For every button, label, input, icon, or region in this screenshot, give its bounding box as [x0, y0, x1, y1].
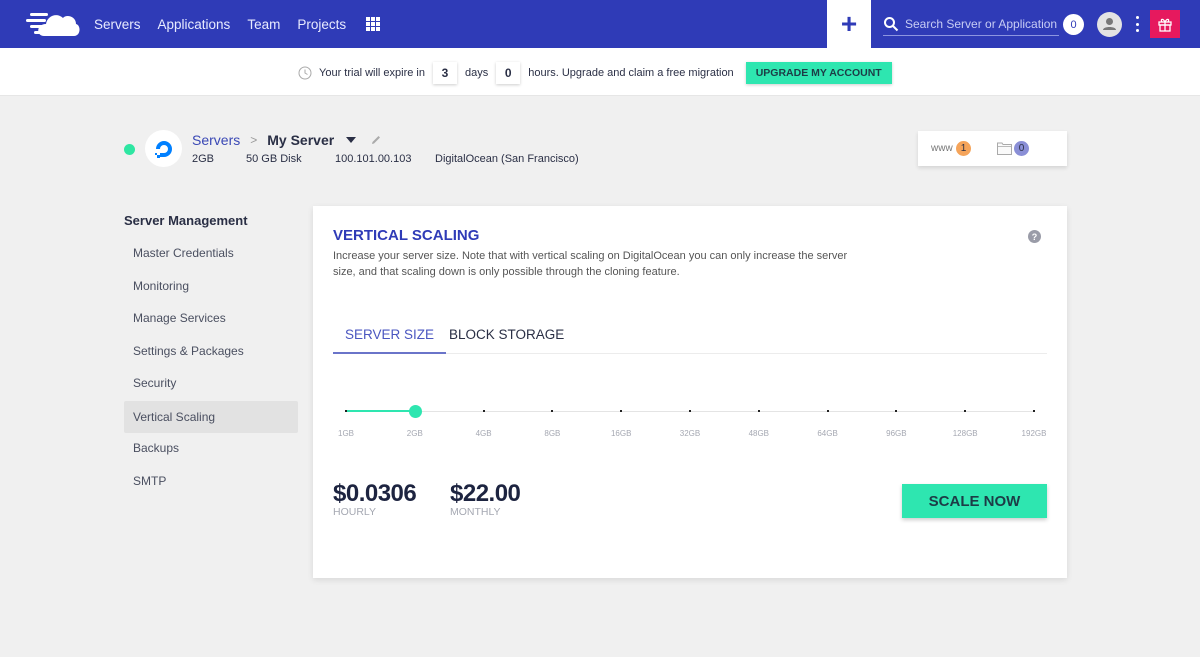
digitalocean-icon: [145, 130, 182, 167]
gift-icon: [1158, 18, 1172, 32]
cloud-logo-icon[interactable]: [26, 10, 80, 38]
server-ram: 2GB: [192, 153, 215, 165]
trial-hours: 0: [496, 62, 521, 84]
slider-tick[interactable]: [757, 410, 760, 412]
folder-icon[interactable]: [997, 142, 1012, 155]
slider-label: 2GB: [406, 429, 423, 438]
search-input[interactable]: [905, 16, 1059, 31]
sidebar-item-security[interactable]: Security: [124, 367, 298, 399]
slider-label: 192GB: [1021, 429, 1047, 438]
slider-tick[interactable]: [345, 410, 347, 412]
monthly-price-block: $22.00 MONTHLY: [450, 480, 521, 518]
trial-days-label: days: [464, 67, 489, 79]
slider-label: 64GB: [817, 429, 838, 438]
slider-label: 8GB: [544, 429, 561, 438]
server-status-indicator: [124, 144, 135, 155]
pencil-icon[interactable]: [370, 134, 382, 146]
search-bar: [883, 12, 1059, 36]
tab-block-storage[interactable]: BLOCK STORAGE: [449, 316, 564, 353]
chevron-right-icon: >: [250, 133, 258, 147]
scaling-tabs: SERVER SIZE BLOCK STORAGE: [333, 316, 1047, 354]
trial-text: Your trial will expire in: [319, 67, 425, 79]
sidebar-item-backups[interactable]: Backups: [124, 432, 298, 464]
slider-fill: [345, 410, 414, 412]
server-counts-card: www 1 0: [918, 131, 1067, 166]
folder-count-badge: 0: [1014, 141, 1029, 156]
server-disk: 50 GB Disk: [246, 153, 302, 165]
slider-tick[interactable]: [482, 410, 485, 412]
www-count-badge: 1: [956, 141, 971, 156]
slider-tick[interactable]: [620, 410, 623, 412]
nav-applications[interactable]: Applications: [158, 17, 231, 32]
slider-label: 128GB: [952, 429, 978, 438]
sidebar-item-master-credentials[interactable]: Master Credentials: [124, 237, 298, 269]
add-button[interactable]: +: [827, 0, 871, 48]
slider-label: 1GB: [337, 429, 355, 438]
main-nav: Servers Applications Team Projects: [94, 0, 363, 48]
grid-icon[interactable]: [366, 17, 380, 31]
slider-tick[interactable]: [1033, 410, 1035, 412]
www-icon[interactable]: www: [931, 143, 953, 154]
slider-tick[interactable]: [689, 410, 691, 412]
sidebar-item-smtp[interactable]: SMTP: [124, 465, 298, 497]
slider-tick[interactable]: [895, 410, 898, 412]
kebab-icon[interactable]: [1133, 16, 1141, 32]
slider-thumb[interactable]: [408, 405, 422, 418]
help-icon[interactable]: ?: [1028, 230, 1041, 243]
nav-servers[interactable]: Servers: [94, 17, 141, 32]
slider-tick[interactable]: [964, 410, 967, 412]
sidebar-title: Server Management: [124, 213, 248, 228]
user-avatar-icon[interactable]: [1097, 12, 1122, 37]
slider-label: 32GB: [679, 429, 701, 438]
slider-tick[interactable]: [826, 410, 829, 412]
trial-hours-label: hours. Upgrade and claim a free migratio…: [528, 67, 734, 79]
page-description: Increase your server size. Note that wit…: [333, 250, 848, 278]
sidebar-item-manage-services[interactable]: Manage Services: [124, 302, 298, 334]
slider-label: 16GB: [610, 429, 632, 438]
server-location: DigitalOcean (San Francisco): [435, 153, 579, 165]
search-icon: [884, 16, 899, 31]
page-title: VERTICAL SCALING: [333, 227, 480, 244]
trial-days: 3: [432, 62, 457, 84]
server-name: My Server: [267, 132, 335, 148]
slider-label: 96GB: [886, 429, 907, 438]
top-navbar: Servers Applications Team Projects + 0: [0, 0, 1200, 48]
nav-team[interactable]: Team: [247, 17, 280, 32]
server-size-slider[interactable]: 1GB 2GB 4GB 8GB 16GB 32GB 48GB 64GB 96GB 128GB 192…: [338, 404, 1046, 444]
slider-tick[interactable]: [551, 410, 554, 412]
breadcrumb: Servers > My Server: [192, 132, 382, 148]
notification-badge[interactable]: 0: [1063, 14, 1084, 35]
gift-button[interactable]: [1150, 10, 1180, 38]
vertical-scaling-card: VERTICAL SCALING Increase your server si…: [313, 206, 1067, 578]
hourly-price: $0.0306: [333, 480, 417, 507]
slider-label: 4GB: [475, 429, 492, 438]
clock-icon: [298, 66, 312, 80]
monthly-price: $22.00: [450, 480, 521, 507]
upgrade-account-button[interactable]: UPGRADE MY ACCOUNT: [745, 62, 892, 84]
sidebar-item-monitoring[interactable]: Monitoring: [124, 270, 298, 302]
breadcrumb-servers[interactable]: Servers: [192, 132, 240, 148]
sidebar-item-vertical-scaling[interactable]: Vertical Scaling: [124, 401, 298, 433]
nav-projects[interactable]: Projects: [297, 17, 346, 32]
scale-now-button[interactable]: SCALE NOW: [902, 484, 1047, 518]
sidebar-item-settings-packages[interactable]: Settings & Packages: [124, 335, 298, 367]
hourly-price-block: $0.0306 HOURLY: [333, 480, 417, 518]
server-ip: 100.101.00.103: [335, 153, 412, 165]
tab-server-size[interactable]: SERVER SIZE: [333, 316, 447, 354]
trial-banner: Your trial will expire in 3 days 0 hours…: [0, 48, 1200, 96]
slider-label: 48GB: [748, 429, 770, 438]
chevron-down-icon[interactable]: [346, 137, 357, 143]
